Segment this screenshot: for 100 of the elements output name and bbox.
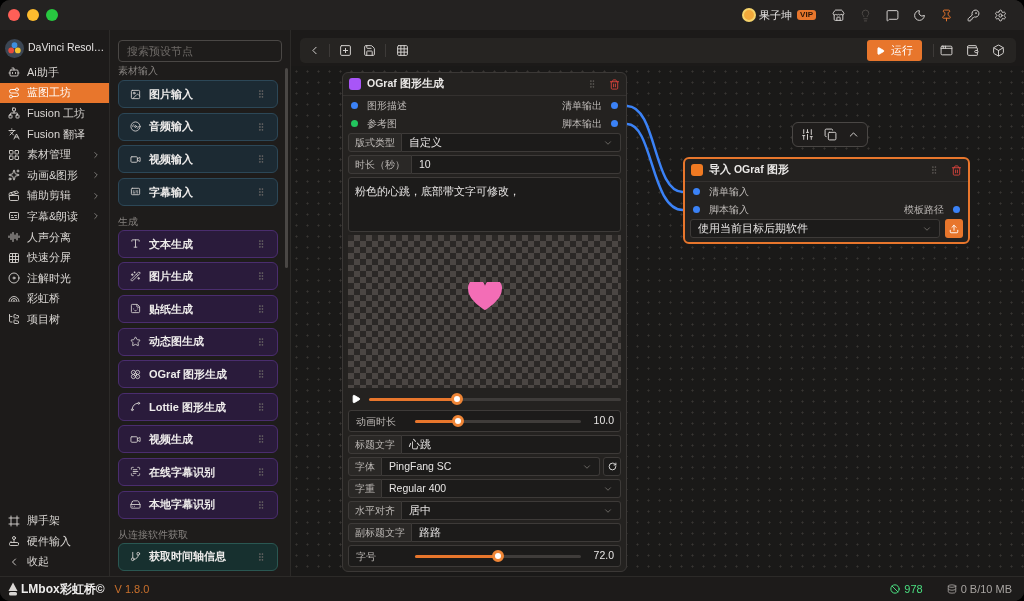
preset-item[interactable]: 本地字幕识别 <box>118 490 278 519</box>
vip-badge: VIP <box>797 10 816 20</box>
grip-icon[interactable] <box>256 369 266 380</box>
grip-icon[interactable] <box>256 89 266 99</box>
slider-track[interactable] <box>415 415 581 427</box>
text-field[interactable]: 10 <box>412 155 621 174</box>
circle-slash-icon <box>890 584 901 594</box>
grip-icon[interactable] <box>256 271 266 282</box>
field-label: 字重 <box>348 479 382 498</box>
port-label: 脚本输入 <box>709 202 749 217</box>
node-card[interactable]: OGraf 图形生成 图形描述 清单输出 参考图 脚本输出 版式类型 自定义 时长（秒） 10 粉色的心跳，底部带文字可修改， 动画时长 10.0 标题文字 心跳 字体 PingFang SC 字重 Regular 400 水平对齐 居中 副标题文字 路路 字号 72.0 <box>342 72 627 572</box>
text-field[interactable]: 路路 <box>412 523 621 542</box>
sidebar-item[interactable]: Ai助手 <box>0 62 109 83</box>
grip-icon[interactable] <box>256 186 266 197</box>
slider-label: 字号 <box>356 549 377 564</box>
preset-item[interactable]: 动态图生成 <box>118 327 278 356</box>
text-area[interactable]: 粉色的心跳，底部带文字可修改， <box>348 177 621 232</box>
grip-icon[interactable] <box>256 499 266 510</box>
copy-icon <box>823 128 837 141</box>
grip-icon[interactable] <box>256 238 266 249</box>
image-icon <box>130 88 141 100</box>
port-label: 图形描述 <box>367 98 407 113</box>
upload-button[interactable] <box>945 219 963 238</box>
scrollbar-thumb[interactable] <box>285 68 288 268</box>
port-label: 脚本输出 <box>562 116 602 131</box>
slider-thumb[interactable] <box>492 550 504 562</box>
sidebar-item[interactable]: 动画&图形 <box>0 164 109 186</box>
play-icon <box>351 394 361 404</box>
cube-icon <box>991 44 1005 57</box>
sidebar-item[interactable]: 素材管理 <box>0 144 109 165</box>
trash-icon <box>609 78 620 90</box>
sidebar-item[interactable]: 字幕&朗读 <box>0 206 109 227</box>
grip-icon[interactable] <box>256 303 266 314</box>
text-field[interactable]: 心跳 <box>402 435 621 454</box>
preset-item[interactable]: 视频输入 <box>118 145 278 174</box>
preset-item[interactable]: 字幕输入 <box>118 177 278 206</box>
sidebar-item[interactable]: 快速分屏 <box>0 247 109 268</box>
sticker-icon <box>130 303 141 315</box>
preset-item[interactable]: 获取时间轴信息 <box>118 542 278 571</box>
sidebar-item[interactable]: 注解时光 <box>0 267 109 289</box>
grip-icon[interactable] <box>256 466 266 477</box>
database-icon <box>946 584 957 594</box>
store-icon <box>831 8 845 22</box>
sidebar-item[interactable]: 辅助剪辑 <box>0 185 109 207</box>
delete-button[interactable] <box>951 164 962 176</box>
dropdown[interactable]: 使用当前目标后期软件 <box>690 219 940 238</box>
grip-icon[interactable] <box>929 165 939 175</box>
preset-item[interactable]: 图片输入 <box>118 80 278 108</box>
delete-button[interactable] <box>609 78 620 90</box>
sidebar-item[interactable]: 彩虹桥 <box>0 288 109 310</box>
slider-thumb[interactable] <box>451 393 464 405</box>
preset-item[interactable]: 图片生成 <box>118 262 278 291</box>
sidebar-item[interactable]: 收起 <box>0 551 109 572</box>
search-field[interactable]: 搜索预设节点 <box>118 40 282 62</box>
route-icon <box>8 86 20 99</box>
preset-item[interactable]: 视频生成 <box>118 425 278 454</box>
sidebar-item[interactable]: 硬件输入 <box>0 530 109 552</box>
close-button[interactable] <box>8 9 20 21</box>
preset-item[interactable]: OGraf 图形生成 <box>118 360 278 389</box>
plus-square-icon <box>338 44 352 57</box>
slider-value: 10.0 <box>593 413 614 429</box>
waveform-icon <box>8 231 20 244</box>
preset-item[interactable]: 文本生成 <box>118 229 278 258</box>
grip-icon[interactable] <box>256 154 266 165</box>
message-icon <box>885 8 899 22</box>
dropdown[interactable]: PingFang SC <box>382 457 600 476</box>
avatar-icon[interactable] <box>742 8 757 22</box>
preset-item[interactable]: 贴纸生成 <box>118 294 278 323</box>
grip-icon[interactable] <box>256 401 266 412</box>
grip-icon[interactable] <box>256 336 266 347</box>
app-switcher[interactable]: DaVinci Resol… <box>0 38 109 58</box>
captions-icon <box>130 186 141 198</box>
preset-item[interactable]: 在线字幕识别 <box>118 457 278 486</box>
slider-track[interactable] <box>369 393 621 405</box>
sidebar-item[interactable]: 脚手架 <box>0 510 109 531</box>
port-label: 清单输入 <box>709 184 749 199</box>
sidebar-item[interactable]: Fusion 翻译 <box>0 123 109 145</box>
preset-item[interactable]: Lottie 图形生成 <box>118 392 278 421</box>
sparkles-icon <box>8 169 20 182</box>
grip-icon[interactable] <box>256 434 266 445</box>
dropdown[interactable]: 自定义 <box>402 133 621 152</box>
dropdown[interactable]: Regular 400 <box>382 479 621 498</box>
slider-track[interactable] <box>415 550 581 562</box>
refresh-button[interactable] <box>603 457 621 476</box>
slider-thumb[interactable] <box>452 415 465 427</box>
grip-icon[interactable] <box>256 551 266 562</box>
play-button[interactable] <box>351 394 361 404</box>
magic-wand-icon <box>130 270 141 282</box>
grip-icon[interactable] <box>256 121 266 132</box>
zoom-button[interactable] <box>46 9 58 21</box>
dropdown[interactable]: 居中 <box>402 501 621 520</box>
node-card[interactable]: 导入 OGraf 图形 清单输入 脚本输入 模板路径 使用当前目标后期软件 <box>683 157 970 244</box>
sidebar-item[interactable]: 项目树 <box>0 309 109 330</box>
minimize-button[interactable] <box>27 9 39 21</box>
sidebar-item[interactable]: Fusion 工坊 <box>0 103 109 124</box>
grip-icon[interactable] <box>587 79 597 89</box>
preset-item[interactable]: 音频输入 <box>118 112 278 141</box>
sidebar-item[interactable]: 人声分离 <box>0 226 109 248</box>
play-icon <box>876 45 885 56</box>
settings-icon <box>993 8 1007 22</box>
